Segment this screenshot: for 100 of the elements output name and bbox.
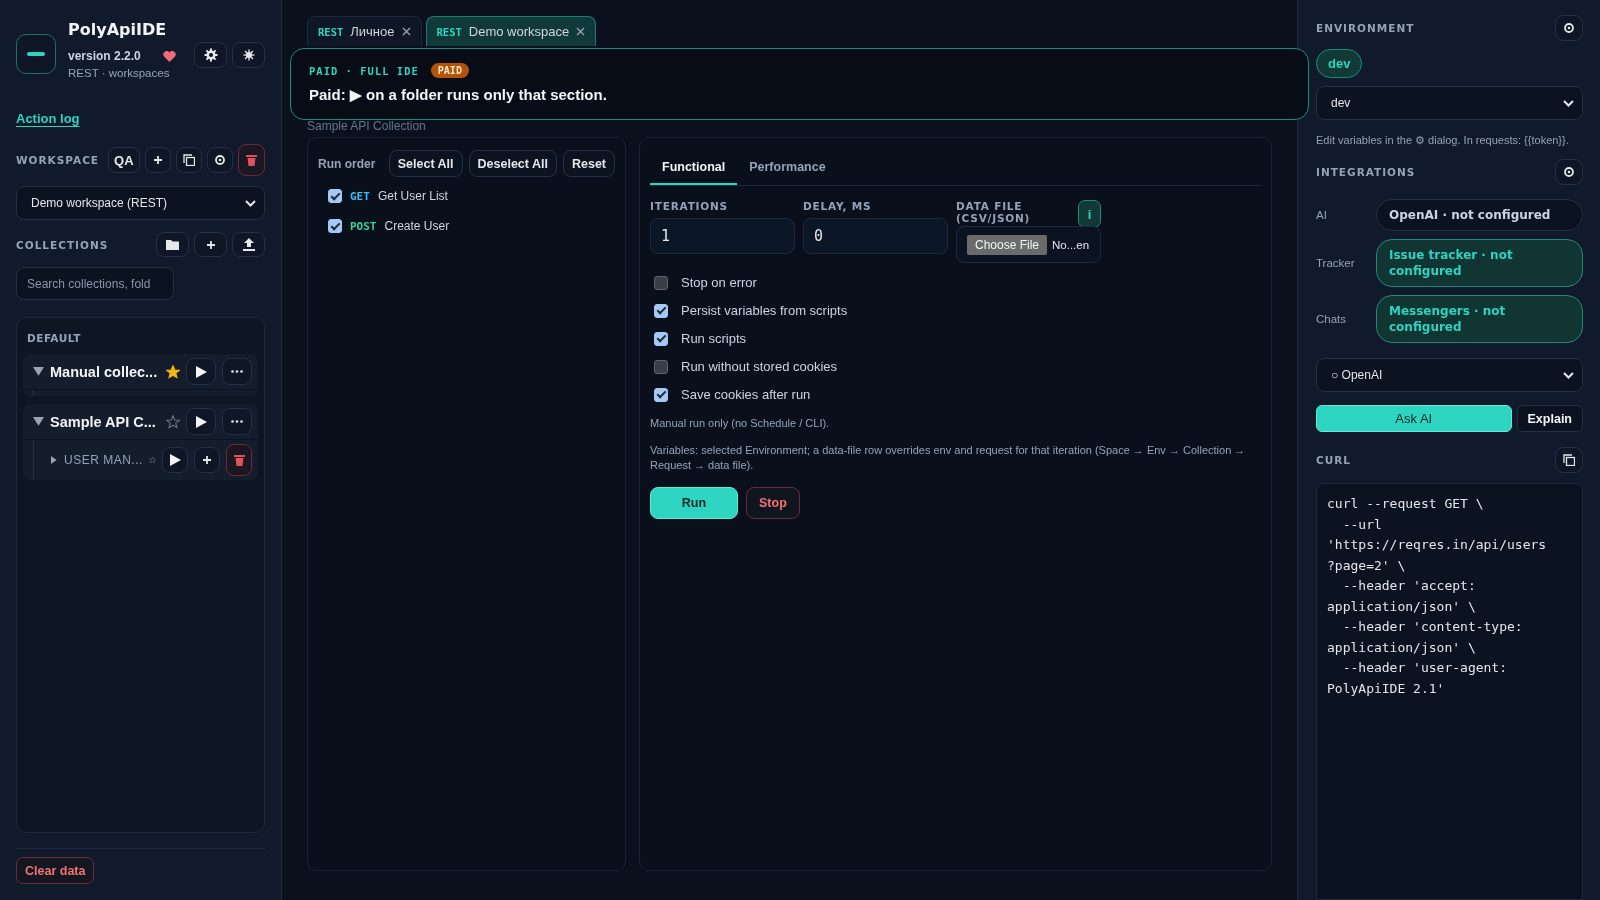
collection-name[interactable]: Sample API C... (50, 413, 160, 430)
import-button[interactable] (232, 232, 265, 257)
theme-button[interactable] (232, 42, 265, 68)
copy-button[interactable] (1555, 447, 1583, 473)
add-request-button[interactable] (194, 447, 220, 473)
more-button[interactable] (222, 358, 252, 385)
run-button[interactable] (186, 358, 216, 385)
collection-name[interactable]: Manual collec... (50, 363, 160, 380)
select-value: ○ OpenAI (1331, 368, 1383, 382)
toolbar-button[interactable]: Select All (388, 150, 463, 177)
more-button[interactable] (222, 408, 252, 435)
ask-ai-button[interactable]: Ask AI (1316, 405, 1512, 432)
delete-folder-button[interactable] (226, 444, 252, 476)
explain-button[interactable]: Explain (1516, 405, 1583, 432)
info-button[interactable]: i (1078, 200, 1101, 228)
workspace-select[interactable]: Demo workspace (REST) (16, 186, 265, 220)
section-label: COLLECTIONS (16, 238, 109, 251)
play-icon (195, 415, 207, 428)
method-tag: GET (350, 189, 370, 203)
settings-icon (203, 48, 218, 62)
section-label: ENVIRONMENT (1316, 22, 1415, 34)
choose-file-button[interactable]: Choose File (967, 234, 1048, 255)
option-label: Save cookies after run (681, 387, 811, 402)
file-name: No...en (1052, 238, 1090, 251)
request-name: Create User (384, 219, 450, 233)
checkbox[interactable] (328, 189, 342, 203)
select-value: Demo workspace (REST) (31, 196, 168, 210)
workspace-tab[interactable]: REST Demo workspace (425, 16, 597, 46)
settings-button[interactable] (194, 42, 227, 68)
copy-icon (182, 154, 195, 166)
heart-icon (162, 50, 176, 62)
help-text: Edit variables in the ⚙ dialog. In requests: {{token}}. (1316, 134, 1570, 147)
toolbar-button[interactable]: Deselect All (468, 150, 557, 177)
run-button[interactable]: Run (650, 487, 738, 519)
stop-button[interactable]: Stop (746, 487, 800, 519)
add-workspace-button[interactable] (144, 147, 171, 173)
folder-name[interactable]: USER MAN... (64, 453, 143, 467)
integration-label: AI (1316, 209, 1328, 221)
integration-button[interactable]: OpenAI · not configured (1376, 199, 1583, 231)
checkbox[interactable] (654, 359, 668, 374)
play-icon (195, 365, 207, 378)
trash-icon (233, 454, 245, 466)
provider-select[interactable]: ○ OpenAI (1316, 358, 1583, 392)
help-text: Manual run only (no Schedule / CLI). (650, 416, 831, 431)
new-folder-button[interactable] (156, 232, 189, 257)
settings-icon (213, 154, 226, 166)
checkbox[interactable] (654, 303, 668, 318)
more-icon (231, 420, 243, 423)
field-label: DELAY, MS (803, 200, 873, 212)
app-logo (16, 34, 56, 74)
clear-data-button[interactable]: Clear data (16, 857, 95, 884)
integrations-settings-button[interactable] (1555, 159, 1583, 185)
action-log-link[interactable]: Action log (16, 111, 80, 126)
workspace-settings-button[interactable] (206, 147, 233, 173)
more-icon (231, 370, 243, 373)
add-collection-button[interactable] (194, 232, 227, 257)
toast-eyebrow: PAID · FULL IDE (309, 64, 419, 77)
app-subtitle: REST · workspaces (68, 67, 171, 79)
toast-message: Paid: ▶ on a folder runs only that section. (309, 86, 608, 104)
paid-badge: PAID (430, 63, 469, 78)
checkbox[interactable] (654, 275, 668, 290)
search-field[interactable]: Search collections, fold (16, 267, 174, 300)
workspace-tab[interactable]: REST Личное (307, 16, 422, 46)
toolbar-button[interactable]: Reset (562, 150, 615, 177)
field-label: ITERATIONS (650, 200, 729, 212)
chevron-down-icon (1563, 99, 1574, 107)
checkbox[interactable] (328, 219, 342, 233)
option-label: Stop on error (681, 275, 757, 290)
delete-workspace-button[interactable] (237, 144, 265, 176)
tab-label: Личное (350, 24, 395, 39)
runner-tab[interactable]: Functional (650, 148, 738, 185)
run-button[interactable] (186, 408, 216, 435)
section-label: WORKSPACE (16, 154, 100, 166)
close-icon (576, 27, 586, 36)
collection-title: Sample API Collection (307, 119, 426, 133)
folder-icon (166, 239, 179, 250)
run-button[interactable] (162, 447, 188, 473)
method-tag: POST (350, 219, 377, 233)
workspace-badge-button[interactable]: QA (108, 147, 140, 173)
trash-icon (245, 154, 257, 166)
integration-button[interactable]: Messengers · not configured (1376, 295, 1583, 343)
environment-settings-button[interactable] (1555, 15, 1583, 41)
file-picker[interactable]: Choose File No...en (956, 226, 1101, 263)
protocol-tag: REST (436, 25, 462, 38)
option-label: Run scripts (681, 331, 747, 346)
number-field[interactable]: 0 (803, 218, 948, 254)
checkbox[interactable] (654, 387, 668, 402)
number-field[interactable]: 1 (650, 218, 795, 254)
duplicate-workspace-button[interactable] (175, 147, 202, 173)
chevron-down-icon (245, 199, 256, 207)
plus-icon (152, 155, 163, 165)
checkbox[interactable] (654, 331, 668, 346)
environment-select[interactable]: dev (1316, 86, 1583, 120)
integration-button[interactable]: Issue tracker · not configured (1376, 239, 1583, 287)
upload-icon (242, 238, 255, 251)
play-icon (169, 454, 181, 466)
runner-tab[interactable]: Performance (737, 148, 838, 185)
copy-icon (1563, 454, 1575, 466)
environment-chip[interactable]: dev (1316, 49, 1363, 78)
section-label: INTEGRATIONS (1316, 166, 1416, 178)
